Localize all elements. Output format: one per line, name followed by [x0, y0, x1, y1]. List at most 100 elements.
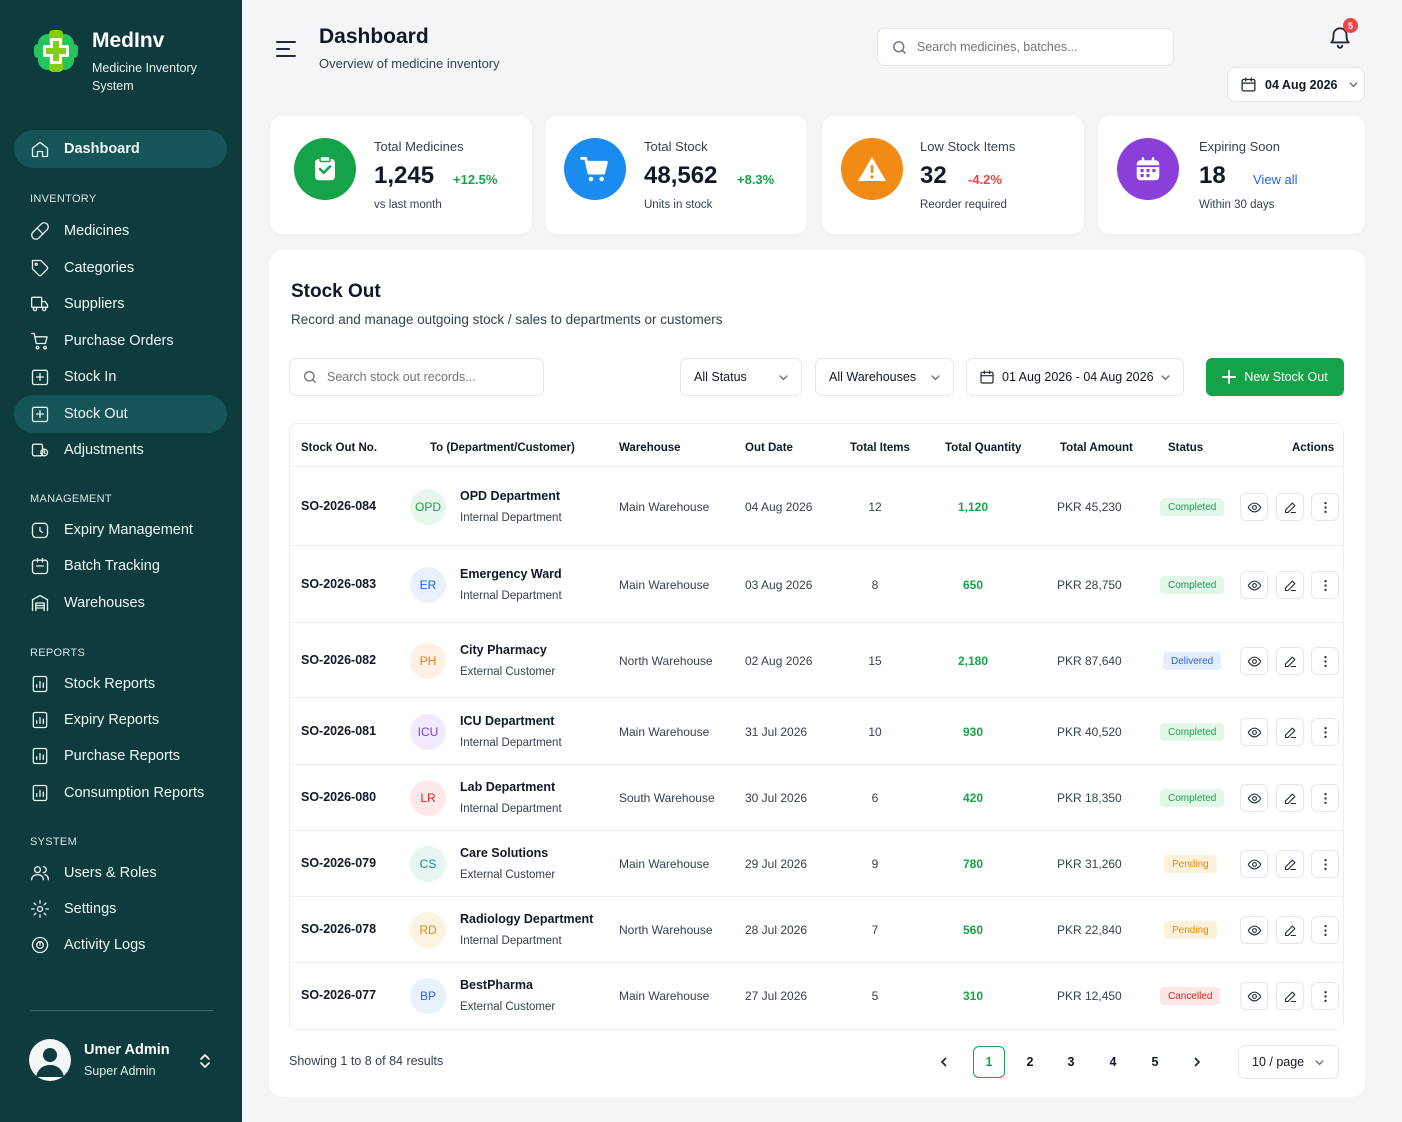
global-search[interactable] — [877, 28, 1174, 66]
table-row[interactable]: SO-2026-079 CS Care Solutions External Cust… — [290, 830, 1343, 896]
nav-expiry-management[interactable]: Expiry Management — [14, 511, 227, 549]
total-items-cell: 9 — [871, 857, 879, 871]
nav-medicines[interactable]: Medicines — [14, 212, 227, 250]
total-amount-cell: PKR 12,450 — [1057, 989, 1122, 1003]
page-button[interactable]: 3 — [1055, 1046, 1087, 1078]
stock-out-search-input[interactable] — [327, 370, 527, 384]
nav-suppliers[interactable]: Suppliers — [14, 285, 227, 323]
stat-card-expiring-soon: Expiring Soon 18 View all Within 30 days — [1098, 116, 1365, 234]
stock-out-number[interactable]: SO-2026-084 — [301, 499, 376, 513]
more-options-icon[interactable] — [1311, 571, 1339, 599]
nav-expiry-reports[interactable]: Expiry Reports — [14, 701, 227, 739]
activity-icon — [30, 935, 50, 955]
edit-pencil-icon[interactable] — [1276, 784, 1304, 812]
edit-pencil-icon[interactable] — [1276, 571, 1304, 599]
nav-activity-logs[interactable]: Activity Logs — [14, 926, 227, 964]
date-picker-button[interactable]: 04 Aug 2026 — [1227, 67, 1365, 102]
table-row[interactable]: SO-2026-080 LR Lab Department Internal Depa… — [290, 764, 1343, 830]
view-eye-icon[interactable] — [1240, 916, 1268, 944]
view-eye-icon[interactable] — [1240, 850, 1268, 878]
edit-pencil-icon[interactable] — [1276, 493, 1304, 521]
column-header: Total Amount — [1060, 442, 1133, 454]
more-options-icon[interactable] — [1311, 647, 1339, 675]
table-row[interactable]: SO-2026-084 OPD OPD Department Internal Dep… — [290, 466, 1343, 545]
stock-out-search[interactable] — [289, 358, 544, 396]
view-eye-icon[interactable] — [1240, 784, 1268, 812]
stock-out-number[interactable]: SO-2026-079 — [301, 856, 376, 870]
stock-out-title: Stock Out — [291, 281, 381, 302]
more-options-icon[interactable] — [1311, 982, 1339, 1010]
view-eye-icon[interactable] — [1240, 647, 1268, 675]
page-button[interactable]: 5 — [1139, 1046, 1171, 1078]
per-page-select[interactable]: 10 / page — [1238, 1045, 1339, 1079]
nav-categories[interactable]: Categories — [14, 249, 227, 287]
home-icon — [30, 139, 50, 159]
stat-foot: vs last month — [374, 199, 442, 211]
nav-purchase-reports[interactable]: Purchase Reports — [14, 737, 227, 775]
table-row[interactable]: SO-2026-083 ER Emergency Ward Internal Depa… — [290, 545, 1343, 622]
stat-card-total-medicines: Total Medicines 1,245 +12.5% vs last mon… — [270, 116, 532, 234]
new-stock-out-button[interactable]: New Stock Out — [1206, 358, 1344, 396]
menu-toggle-icon[interactable] — [274, 38, 298, 60]
out-date-cell: 28 Jul 2026 — [745, 923, 808, 937]
stock-out-number[interactable]: SO-2026-077 — [301, 988, 376, 1002]
out-date-cell: 31 Jul 2026 — [745, 725, 808, 739]
stock-out-number[interactable]: SO-2026-083 — [301, 577, 376, 591]
page-button[interactable]: 4 — [1097, 1046, 1129, 1078]
view-eye-icon[interactable] — [1240, 493, 1268, 521]
more-options-icon[interactable] — [1311, 493, 1339, 521]
nav-label: Warehouses — [64, 595, 145, 611]
nav-purchase-orders[interactable]: Purchase Orders — [14, 322, 227, 360]
stock-out-number[interactable]: SO-2026-082 — [301, 653, 376, 667]
page-button[interactable]: 1 — [973, 1046, 1005, 1078]
nav-dashboard[interactable]: Dashboard — [14, 130, 227, 168]
view-eye-icon[interactable] — [1240, 982, 1268, 1010]
more-options-icon[interactable] — [1311, 718, 1339, 746]
more-options-icon[interactable] — [1311, 916, 1339, 944]
nav-batch-tracking[interactable]: Batch Tracking — [14, 547, 227, 585]
recipient-type: Internal Department — [460, 935, 562, 947]
edit-pencil-icon[interactable] — [1276, 916, 1304, 944]
edit-pencil-icon[interactable] — [1276, 850, 1304, 878]
table-row[interactable]: SO-2026-077 BP BestPharma External Customer… — [290, 962, 1343, 1028]
view-eye-icon[interactable] — [1240, 571, 1268, 599]
table-row[interactable]: SO-2026-078 RD Radiology Department Interna… — [290, 896, 1343, 962]
table-row[interactable]: SO-2026-081 ICU ICU Department Internal Dep… — [290, 697, 1343, 764]
sidebar-divider — [30, 1010, 213, 1011]
stock-out-number[interactable]: SO-2026-081 — [301, 724, 376, 738]
nav-label: Activity Logs — [64, 937, 146, 953]
column-header: Warehouse — [619, 442, 681, 454]
table-row[interactable]: SO-2026-082 PH City Pharmacy External Custo… — [290, 622, 1343, 697]
nav-stock-reports[interactable]: Stock Reports — [14, 665, 227, 703]
next-page-chevron-right-icon[interactable] — [1181, 1046, 1213, 1078]
total-quantity-cell: 420 — [962, 791, 984, 805]
warehouse-filter[interactable]: All Warehouses — [815, 358, 954, 396]
view-all-link[interactable]: View all — [1253, 172, 1298, 187]
plus-icon — [1222, 370, 1237, 384]
nav-stock-in[interactable]: Stock In — [14, 358, 227, 396]
edit-pencil-icon[interactable] — [1276, 647, 1304, 675]
nav-users-roles[interactable]: Users & Roles — [14, 854, 227, 892]
nav-warehouses[interactable]: Warehouses — [14, 584, 227, 622]
nav-label: Stock In — [64, 369, 117, 385]
global-search-input[interactable] — [917, 40, 1147, 54]
stock-out-number[interactable]: SO-2026-080 — [301, 790, 376, 804]
nav-stock-out[interactable]: Stock Out — [14, 395, 227, 433]
nav-settings[interactable]: Settings — [14, 890, 227, 928]
stock-out-number[interactable]: SO-2026-078 — [301, 922, 376, 936]
recipient-avatar: RD — [410, 912, 446, 948]
warehouse-icon — [30, 593, 50, 613]
more-options-icon[interactable] — [1311, 850, 1339, 878]
view-eye-icon[interactable] — [1240, 718, 1268, 746]
prev-page-chevron-left-icon[interactable] — [928, 1046, 960, 1078]
status-filter[interactable]: All Status — [680, 358, 802, 396]
nav-adjustments[interactable]: Adjustments — [14, 431, 227, 469]
user-menu-toggle-icon[interactable] — [196, 1052, 214, 1070]
date-range-filter[interactable]: 01 Aug 2026 - 04 Aug 2026 — [966, 358, 1184, 396]
avatar[interactable] — [29, 1039, 71, 1081]
nav-consumption-reports[interactable]: Consumption Reports — [14, 774, 227, 812]
edit-pencil-icon[interactable] — [1276, 982, 1304, 1010]
more-options-icon[interactable] — [1311, 784, 1339, 812]
edit-pencil-icon[interactable] — [1276, 718, 1304, 746]
page-button[interactable]: 2 — [1014, 1046, 1046, 1078]
